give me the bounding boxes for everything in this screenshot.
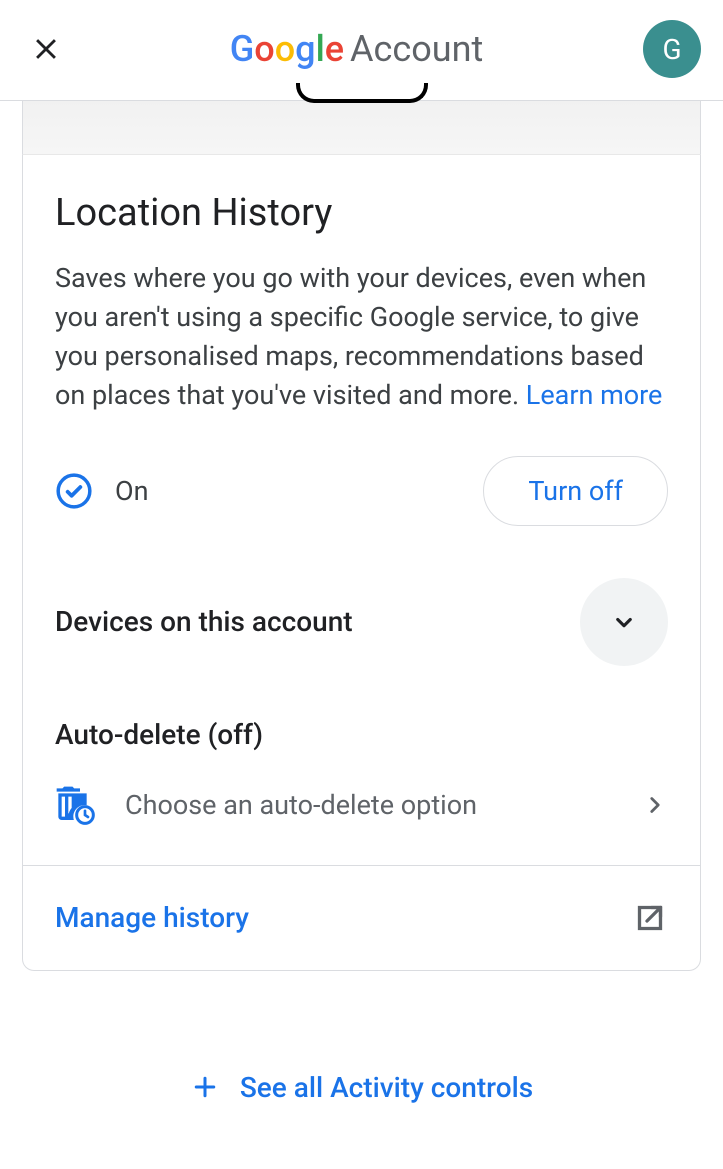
- check-circle-icon: [55, 472, 93, 510]
- open-external-icon: [632, 900, 668, 936]
- learn-more-link[interactable]: Learn more: [526, 379, 663, 411]
- preview-banner: [22, 101, 701, 155]
- plus-icon: [190, 1072, 220, 1102]
- autodelete-row[interactable]: Choose an auto-delete option: [55, 785, 668, 865]
- manage-history-row[interactable]: Manage history: [23, 865, 700, 970]
- manage-history-text: Manage history: [55, 901, 249, 934]
- auto-delete-icon: [55, 785, 95, 825]
- card-title: Location History: [55, 191, 668, 235]
- turn-off-button[interactable]: Turn off: [483, 456, 668, 526]
- phone-frame-stub: [296, 83, 428, 103]
- close-button[interactable]: [22, 25, 70, 73]
- status-left: On: [55, 472, 149, 510]
- chevron-down-icon: [609, 607, 639, 637]
- autodelete-option-text: Choose an auto-delete option: [125, 789, 612, 821]
- close-icon: [29, 32, 63, 66]
- devices-label: Devices on this account: [55, 605, 353, 638]
- devices-row[interactable]: Devices on this account: [55, 578, 668, 666]
- account-word: Account: [350, 28, 483, 70]
- autodelete-title: Auto-delete (off): [55, 718, 668, 751]
- see-all-text: See all Activity controls: [240, 1071, 533, 1104]
- avatar-letter: G: [662, 33, 681, 66]
- status-row: On Turn off: [55, 456, 668, 526]
- location-history-card: Location History Saves where you go with…: [22, 155, 701, 971]
- google-account-logo: Google Account: [230, 28, 484, 70]
- avatar[interactable]: G: [643, 20, 701, 78]
- status-label: On: [115, 475, 149, 507]
- devices-expand-button[interactable]: [580, 578, 668, 666]
- chevron-right-icon: [642, 792, 668, 818]
- see-all-activity-controls[interactable]: See all Activity controls: [0, 1071, 723, 1104]
- card-description: Saves where you go with your devices, ev…: [55, 259, 668, 416]
